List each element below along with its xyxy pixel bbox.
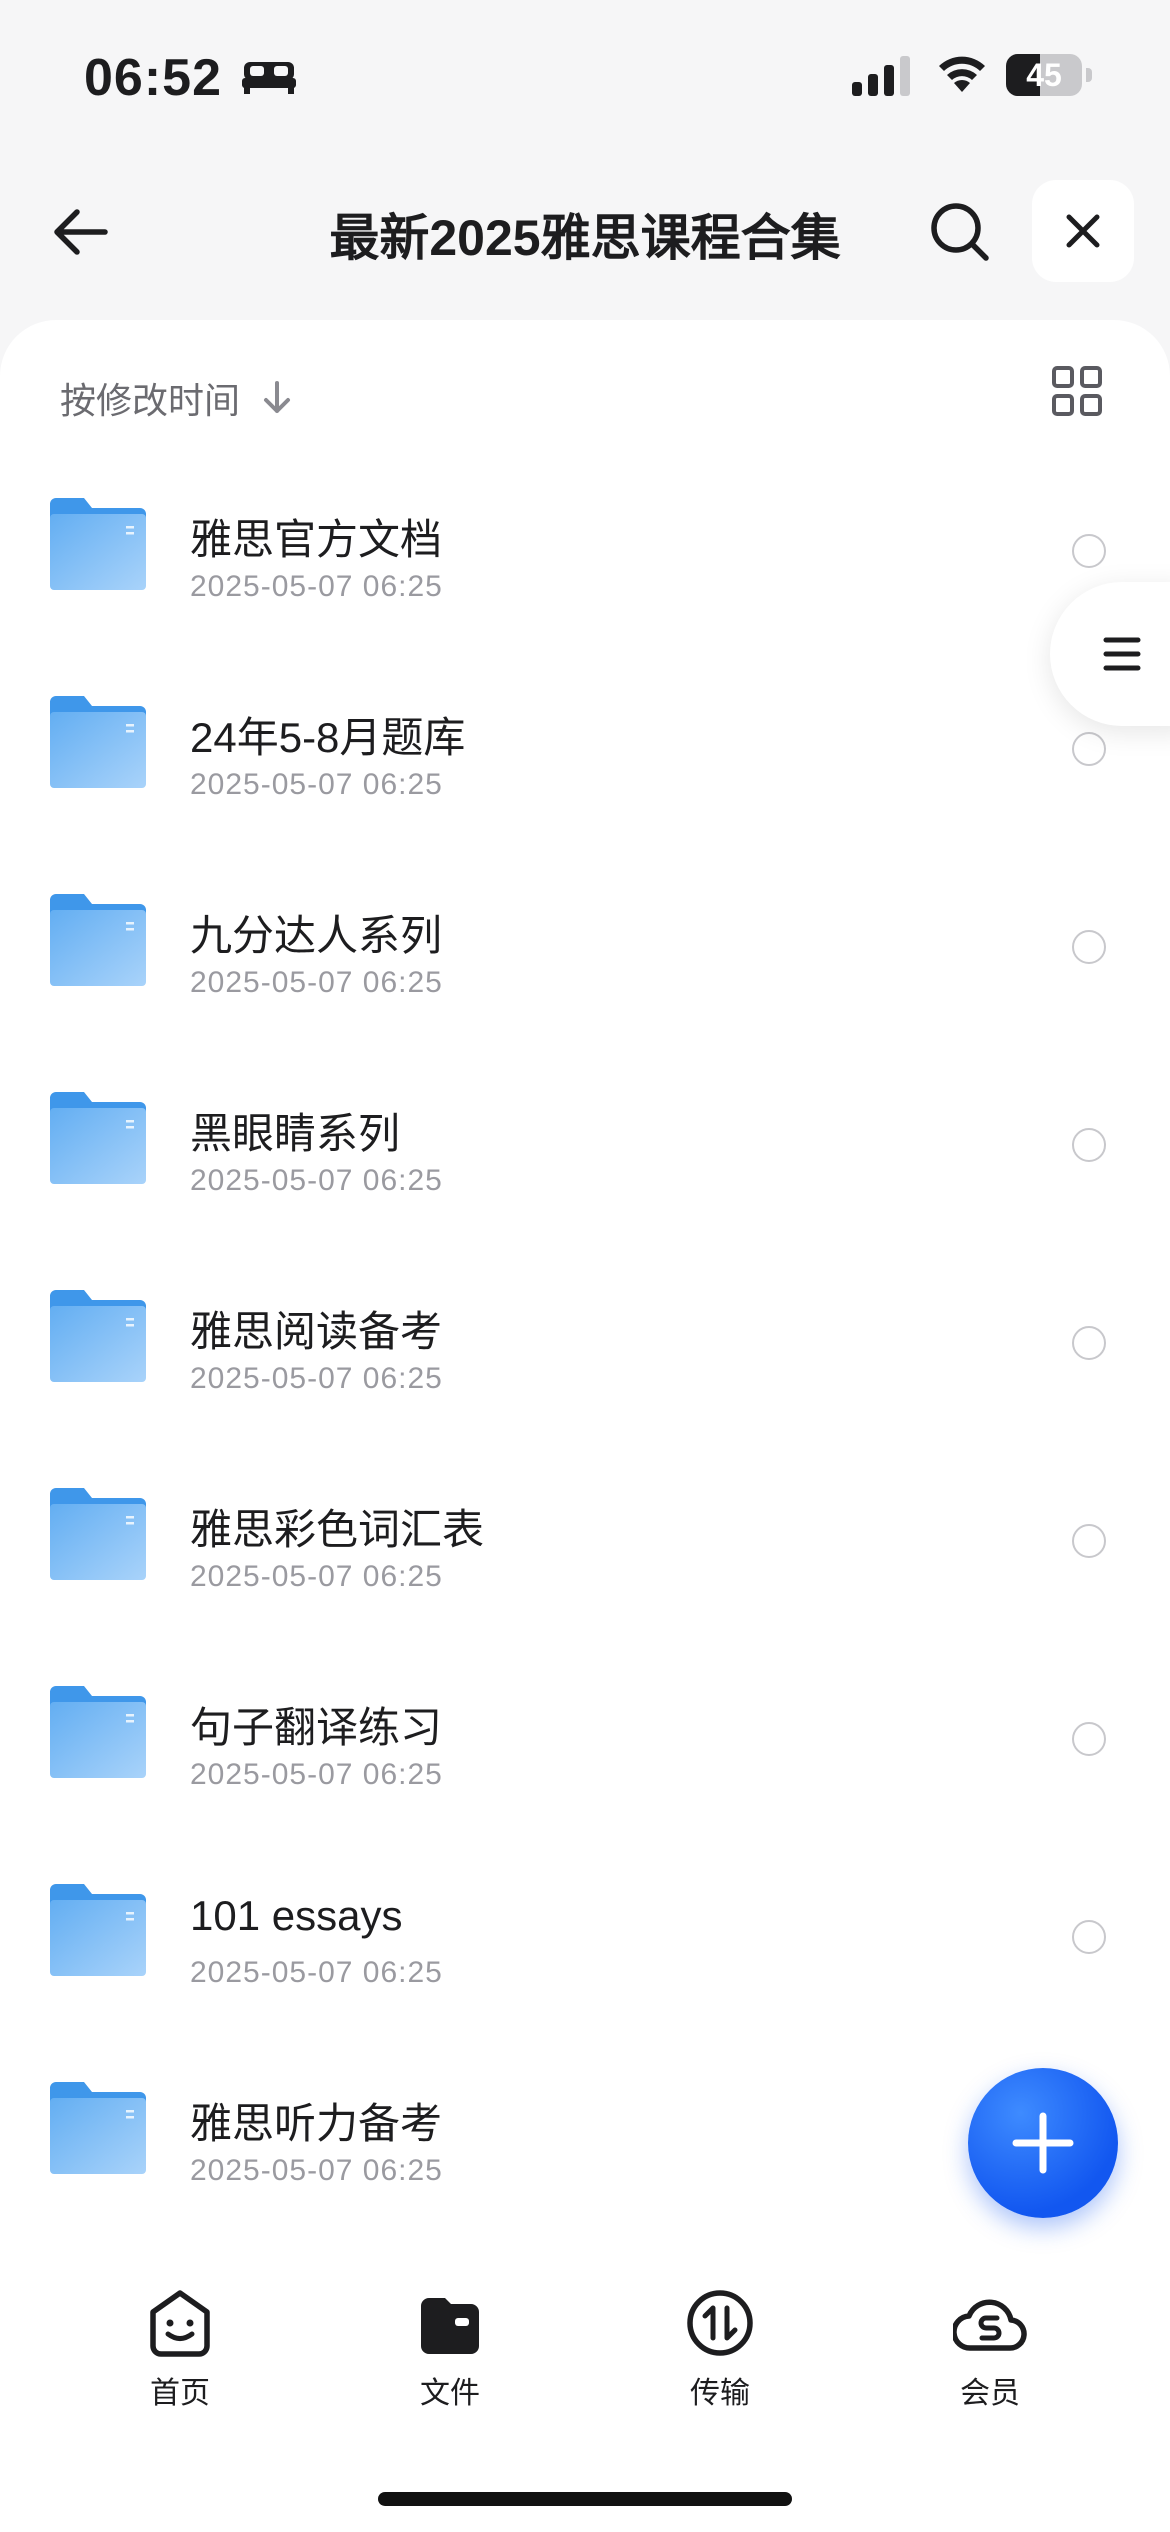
status-time: 06:52	[84, 49, 222, 107]
wifi-icon	[939, 56, 985, 92]
page-title: 最新2025雅思课程合集	[329, 210, 841, 266]
member-cloud-icon	[953, 2299, 1027, 2351]
search-button[interactable]	[920, 192, 1000, 272]
folder-row[interactable]: 黑眼睛系列 2025-05-07 06:25	[0, 1046, 1170, 1244]
folder-date: 2025-05-07 06:25	[190, 768, 443, 801]
select-radio[interactable]	[1072, 732, 1106, 766]
select-radio[interactable]	[1072, 534, 1106, 568]
folder-row[interactable]: 24年5-8月题库 2025-05-07 06:25	[0, 650, 1170, 848]
folder-list: 雅思官方文档 2025-05-07 06:25 24年5-8月题库 2025-0…	[0, 452, 1170, 2234]
status-bar: 06:52 45	[0, 0, 1170, 150]
transfer-icon	[687, 2290, 753, 2356]
folder-row[interactable]: 雅思官方文档 2025-05-07 06:25	[0, 452, 1170, 650]
close-icon	[1066, 214, 1100, 248]
grid-view-icon[interactable]	[1050, 364, 1104, 418]
tab-label: 文件	[420, 2377, 480, 2410]
files-wallet-icon	[421, 2298, 479, 2354]
folder-name: 24年5-8月题库	[190, 714, 466, 761]
folder-date: 2025-05-07 06:25	[190, 1164, 443, 1197]
select-radio[interactable]	[1072, 1326, 1106, 1360]
select-radio[interactable]	[1072, 1722, 1106, 1756]
folder-name: 句子翻译练习	[190, 1704, 443, 1751]
folder-name: 雅思官方文档	[190, 516, 443, 563]
plus-icon	[1012, 2112, 1074, 2174]
folder-icon	[50, 1884, 146, 1976]
folder-row[interactable]: 101 essays 2025-05-07 06:25	[0, 1838, 1170, 2036]
close-button[interactable]	[1032, 180, 1134, 282]
arrow-left-icon	[54, 209, 108, 255]
cellular-signal-icon	[852, 56, 910, 96]
tab-label: 首页	[150, 2377, 210, 2410]
menu-lines-icon	[1103, 637, 1141, 671]
folder-name: 雅思阅读备考	[190, 1308, 443, 1355]
tab-label: 会员	[960, 2377, 1020, 2410]
sort-button[interactable]: 按修改时间	[60, 372, 292, 424]
search-icon	[931, 203, 989, 261]
folder-icon	[50, 1092, 146, 1184]
select-radio[interactable]	[1072, 930, 1106, 964]
folder-date: 2025-05-07 06:25	[190, 1758, 443, 1791]
folder-date: 2025-05-07 06:25	[190, 1362, 443, 1395]
folder-date: 2025-05-07 06:25	[190, 570, 443, 603]
folder-name: 黑眼睛系列	[190, 1110, 401, 1157]
sort-label: 按修改时间	[60, 380, 241, 421]
folder-row[interactable]: 句子翻译练习 2025-05-07 06:25	[0, 1640, 1170, 1838]
folder-date: 2025-05-07 06:25	[190, 966, 443, 999]
folder-date: 2025-05-07 06:25	[190, 2154, 443, 2187]
home-face-icon	[150, 2290, 210, 2357]
nav-header: 最新2025雅思课程合集	[0, 170, 1170, 290]
folder-icon	[50, 2082, 146, 2174]
folder-row[interactable]: 雅思阅读备考 2025-05-07 06:25	[0, 1244, 1170, 1442]
folder-icon	[50, 1488, 146, 1580]
tab-label: 传输	[690, 2377, 750, 2410]
tab-files[interactable]: 文件	[370, 2288, 530, 2412]
arrow-down-icon	[264, 381, 291, 413]
folder-name: 雅思彩色词汇表	[190, 1506, 485, 1553]
tab-member[interactable]: 会员	[910, 2288, 1070, 2412]
tab-transfer[interactable]: 传输	[640, 2288, 800, 2412]
folder-name: 雅思听力备考	[190, 2100, 443, 2147]
folder-name: 九分达人系列	[190, 912, 443, 959]
folder-row[interactable]: 九分达人系列 2025-05-07 06:25	[0, 848, 1170, 1046]
select-radio[interactable]	[1072, 1524, 1106, 1558]
folder-icon	[50, 894, 146, 986]
tab-home[interactable]: 首页	[100, 2288, 260, 2412]
folder-date: 2025-05-07 06:25	[190, 1956, 443, 1989]
battery-indicator: 45	[1006, 54, 1092, 96]
add-button[interactable]	[968, 2068, 1118, 2218]
home-indicator	[378, 2492, 792, 2506]
folder-row[interactable]: 雅思彩色词汇表 2025-05-07 06:25	[0, 1442, 1170, 1640]
select-radio[interactable]	[1072, 1128, 1106, 1162]
folder-icon	[50, 1686, 146, 1778]
folder-date: 2025-05-07 06:25	[190, 1560, 443, 1593]
back-button[interactable]	[40, 192, 120, 272]
folder-icon	[50, 498, 146, 590]
folder-name: 101 essays	[190, 1892, 403, 1939]
sleep-focus-icon	[242, 62, 296, 94]
folder-icon	[50, 1290, 146, 1382]
file-list-panel: 按修改时间 雅思官方文档 2025-05-07 06:25 24年5-8月题库 …	[0, 320, 1170, 2260]
select-radio[interactable]	[1072, 1920, 1106, 1954]
folder-icon	[50, 696, 146, 788]
